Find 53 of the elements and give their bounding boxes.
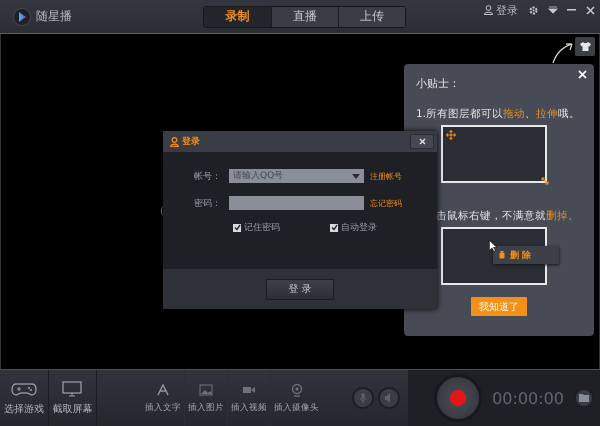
login-button[interactable]: 登 录 [266,278,334,300]
microphone-icon [360,393,366,403]
checkbox[interactable] [233,224,241,232]
checkbox[interactable] [330,224,338,232]
password-field[interactable] [229,196,364,210]
logo-icon [13,8,31,26]
toolbar-button[interactable]: 插入摄像头 [271,370,322,426]
hint-text: ( [160,206,164,217]
tip-text: 击鼠标右键，不满意就删掉。 [436,209,580,223]
tab[interactable]: 直播 [271,6,338,26]
folder-icon [578,394,589,402]
toolbar-button[interactable]: 截取屏幕 [48,370,98,426]
tab[interactable]: 录制 [204,6,271,26]
letter-icon [157,384,170,396]
app-name: 随星播 [36,8,72,25]
image-icon [199,384,214,396]
microphone-button[interactable] [352,387,374,409]
speaker-button[interactable] [378,387,400,409]
register-link[interactable]: 注册帐号 [370,170,437,182]
record-button[interactable] [434,374,482,422]
delete-menu-item[interactable]: 删 除 [493,246,559,264]
tips-title: 小贴士： [416,76,461,91]
webcam-icon [290,383,303,397]
toolbar-button[interactable]: 插入文字 [142,370,186,426]
close-icon [418,138,426,145]
toolbar-button[interactable]: 选择游戏 [0,370,49,426]
close-button[interactable] [410,134,434,149]
trash-icon [499,251,505,259]
field-label: 帐号： [193,170,221,182]
skin-button[interactable] [575,37,595,56]
close-icon[interactable] [576,68,588,80]
tip-text: 1.所有图层都可以拖动、拉伸哦。 [416,107,582,121]
resize-icon [541,177,549,185]
toolbar-button[interactable]: 插入图片 [185,370,228,426]
field-label: 密码： [193,198,221,210]
move-icon [446,130,456,140]
forgot-password-link[interactable]: 忘记密码 [370,198,437,208]
gamepad-icon [10,382,37,396]
tab[interactable]: 上传 [338,6,405,26]
dialog-title: 登录 [182,136,200,148]
timer: 00:00:00 [492,388,564,408]
shirt-icon [580,42,590,51]
pointer-arrow [552,42,574,64]
video-camera-icon [242,385,256,395]
checkbox-label: 自动登录 [341,222,377,234]
checkbox-label: 记住密码 [244,222,280,234]
person-icon [170,136,179,146]
person-icon [484,5,493,15]
dropdown-arrow-icon [352,174,360,178]
toolbar-button[interactable]: 插入视频 [228,370,272,426]
login-button[interactable]: 登录 [478,2,524,18]
cursor-icon [489,240,497,252]
monitor-icon [62,380,82,396]
